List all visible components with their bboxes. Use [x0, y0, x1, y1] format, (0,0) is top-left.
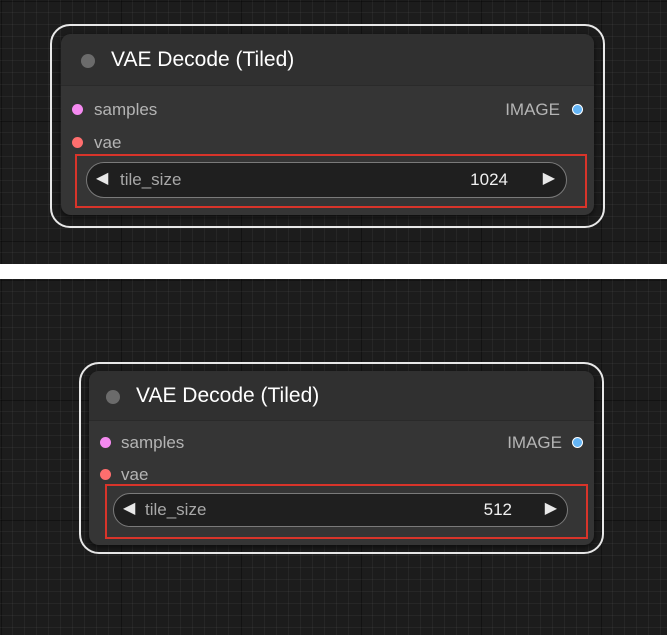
node-header[interactable]: VAE Decode (Tiled) [89, 371, 594, 421]
node-title: VAE Decode (Tiled) [111, 48, 295, 71]
decrement-arrow-icon[interactable]: ◀ [96, 171, 108, 187]
node-header[interactable]: VAE Decode (Tiled) [61, 34, 594, 86]
output-label-image: IMAGE [507, 433, 562, 452]
input-label-samples: samples [94, 100, 158, 119]
increment-arrow-icon[interactable]: ▶ [545, 501, 557, 517]
input-slot-vae[interactable] [72, 137, 83, 148]
increment-arrow-icon[interactable]: ▶ [543, 171, 555, 187]
tile-size-widget[interactable]: ◀ tile_size 1024 ▶ [86, 162, 567, 198]
input-label-vae: vae [94, 133, 122, 152]
widget-value[interactable]: 512 [484, 500, 512, 520]
input-slot-samples[interactable] [72, 104, 83, 115]
input-slot-vae[interactable] [100, 469, 111, 480]
widget-name-label: tile_size [120, 170, 182, 189]
node-status-dot[interactable] [106, 390, 120, 404]
vae-decode-tiled-node[interactable]: VAE Decode (Tiled) samples IMAGE vae ◀ t… [89, 371, 594, 545]
input-label-samples: samples [121, 433, 185, 452]
canvas-panel-top: VAE Decode (Tiled) samples IMAGE vae ◀ t… [0, 0, 667, 264]
node-title: VAE Decode (Tiled) [136, 384, 320, 407]
widget-value[interactable]: 1024 [470, 170, 508, 190]
canvas-panel-bottom: VAE Decode (Tiled) samples IMAGE vae ◀ t… [0, 279, 667, 635]
input-slot-samples[interactable] [100, 437, 111, 448]
widget-name-label: tile_size [145, 500, 207, 519]
decrement-arrow-icon[interactable]: ◀ [123, 501, 135, 517]
tile-size-widget[interactable]: ◀ tile_size 512 ▶ [113, 493, 568, 527]
output-slot-image[interactable] [572, 437, 583, 448]
node-status-dot[interactable] [81, 54, 95, 68]
output-label-image: IMAGE [505, 100, 560, 119]
vae-decode-tiled-node[interactable]: VAE Decode (Tiled) samples IMAGE vae ◀ t… [61, 34, 594, 215]
output-slot-image[interactable] [572, 104, 583, 115]
input-label-vae: vae [121, 465, 149, 484]
